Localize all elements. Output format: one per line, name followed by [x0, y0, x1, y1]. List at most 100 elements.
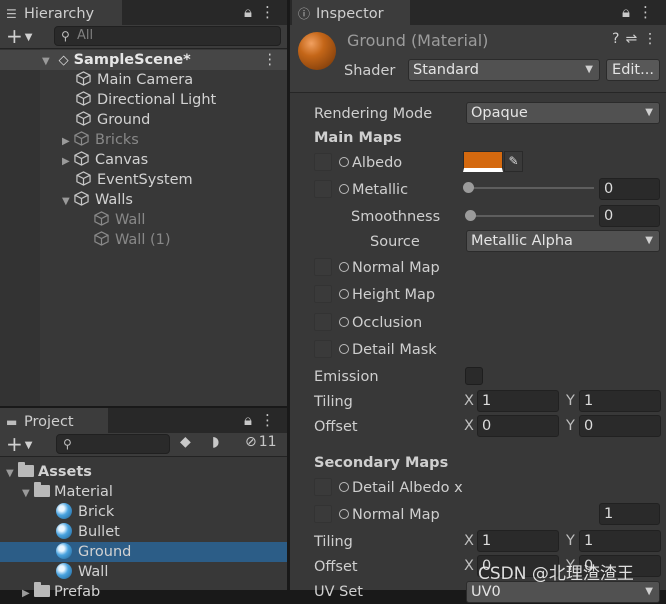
more-menu-icon[interactable]: ⋮: [260, 3, 283, 21]
detail-mask-texture-slot[interactable]: [314, 340, 332, 358]
hierarchy-item-directional-light[interactable]: Directional Light: [76, 90, 216, 110]
emission-checkbox[interactable]: [465, 367, 483, 385]
hierarchy-item-wall[interactable]: Wall: [94, 210, 145, 230]
uv-set-dropdown[interactable]: UV0 ▼: [466, 581, 660, 603]
tiling-x-axis-label: X: [464, 393, 474, 409]
project-folder-material[interactable]: ▼ Material: [22, 482, 113, 502]
item-label: Brick: [78, 504, 115, 520]
detail-albedo-row-label: Detail Albedo x2: [339, 478, 463, 498]
source-dropdown[interactable]: Metallic Alpha ▼: [466, 230, 660, 252]
hierarchy-item-eventsystem[interactable]: EventSystem: [76, 170, 193, 190]
texture-picker-icon[interactable]: [339, 157, 349, 167]
scene-more-icon[interactable]: ⋮: [263, 50, 278, 70]
project-item-bullet[interactable]: Bullet: [56, 522, 120, 542]
expand-arrow-icon[interactable]: ▶: [22, 584, 34, 604]
expand-arrow-icon[interactable]: ▶: [62, 132, 74, 152]
settings-more-icon[interactable]: ⋮: [643, 31, 663, 47]
offset-y-field[interactable]: 0: [579, 415, 661, 437]
preset-icon[interactable]: ⇌: [625, 31, 643, 47]
tab-hierarchy[interactable]: ☰ Hierarchy: [0, 0, 122, 26]
secondary-tiling-x-field[interactable]: 1: [477, 530, 559, 552]
edit-shader-button[interactable]: Edit...: [606, 59, 660, 81]
texture-picker-icon[interactable]: [339, 262, 349, 272]
smoothness-slider-handle[interactable]: [465, 210, 476, 221]
tiling-y-field[interactable]: 1: [579, 390, 661, 412]
header-actions: ?⇌⋮: [612, 31, 663, 47]
secondary-tiling-label: Tiling: [314, 534, 353, 550]
more-menu-icon[interactable]: ⋮: [260, 411, 283, 429]
metallic-slider-track[interactable]: [466, 187, 594, 189]
scene-row[interactable]: ▼ ◇ SampleScene* ⋮: [0, 50, 287, 70]
texture-picker-icon[interactable]: [339, 289, 349, 299]
eyedropper-icon[interactable]: ✎: [504, 151, 523, 172]
texture-picker-icon[interactable]: [339, 317, 349, 327]
hierarchy-item-bricks[interactable]: ▶ Bricks: [62, 130, 139, 150]
assets-label: Assets: [38, 464, 92, 480]
height-map-texture-slot[interactable]: [314, 285, 332, 303]
offset-x-field[interactable]: 0: [477, 415, 559, 437]
tiling-x-field[interactable]: 1: [477, 390, 559, 412]
detail-albedo-texture-slot[interactable]: [314, 478, 332, 496]
hierarchy-item-ground[interactable]: Ground: [76, 110, 150, 130]
project-search-input[interactable]: ⚲: [56, 434, 170, 454]
gameobject-cube-icon: [76, 71, 91, 86]
tab-inspector[interactable]: ⓘ Inspector: [292, 0, 410, 26]
metallic-slider-handle[interactable]: [463, 182, 474, 193]
hierarchy-item-canvas[interactable]: ▶ Canvas: [62, 150, 148, 170]
project-item-wall[interactable]: Wall: [56, 562, 108, 582]
material-sphere-icon: [56, 503, 72, 519]
item-label: Wall: [78, 564, 109, 580]
project-item-brick[interactable]: Brick: [56, 502, 114, 522]
project-item-ground[interactable]: Ground: [0, 542, 287, 562]
hierarchy-item-walls[interactable]: ▼ Walls: [62, 190, 133, 210]
albedo-color-swatch[interactable]: [463, 151, 503, 172]
texture-picker-icon[interactable]: [339, 344, 349, 354]
shader-dropdown[interactable]: Standard ▼: [408, 59, 600, 81]
hierarchy-item-main-camera[interactable]: Main Camera: [76, 70, 193, 90]
normal-map-texture-slot[interactable]: [314, 258, 332, 276]
project-create-icon[interactable]: + ▼: [6, 432, 32, 456]
height-map-row-label: Height Map: [339, 285, 435, 305]
collapse-arrow-icon[interactable]: ▼: [6, 464, 18, 484]
hierarchy-search-input[interactable]: ⚲ All: [54, 26, 281, 46]
texture-picker-icon[interactable]: [339, 482, 349, 492]
help-icon[interactable]: ?: [612, 31, 625, 47]
secondary-normal-map-texture-slot[interactable]: [314, 505, 332, 523]
info-icon: ⓘ: [298, 7, 311, 21]
more-menu-icon[interactable]: ⋮: [638, 3, 661, 21]
edit-label: Edit...: [612, 62, 654, 78]
project-folder-assets[interactable]: ▼ Assets: [6, 462, 92, 482]
texture-picker-icon[interactable]: [339, 509, 349, 519]
lock-icon[interactable]: 🔒︎: [244, 3, 260, 21]
filter-by-type-icon[interactable]: ◆: [180, 434, 191, 450]
material-title: Ground (Material): [347, 31, 489, 50]
collapse-arrow-icon[interactable]: ▼: [22, 484, 34, 504]
expand-arrow-icon[interactable]: ▶: [62, 152, 74, 172]
expand-arrow-icon[interactable]: ▼: [42, 52, 54, 72]
create-add-icon[interactable]: + ▼: [6, 24, 32, 48]
lock-icon[interactable]: 🔒︎: [622, 3, 638, 21]
smoothness-slider-track[interactable]: [466, 215, 594, 217]
lock-icon[interactable]: 🔒︎: [244, 411, 260, 429]
list-icon: ☰: [6, 7, 17, 21]
dropdown-caret-icon: ▼: [645, 586, 653, 597]
smoothness-value-field[interactable]: 0: [599, 205, 660, 227]
secondary-tiling-y-field[interactable]: 1: [579, 530, 661, 552]
filter-by-label-icon[interactable]: ◗: [212, 434, 219, 450]
collapse-arrow-icon[interactable]: ▼: [62, 192, 74, 212]
metallic-value-field[interactable]: 0: [599, 178, 660, 200]
source-label: Source: [370, 234, 420, 250]
project-folder-prefab[interactable]: ▶ Prefab: [22, 582, 100, 602]
hierarchy-search-placeholder: All: [77, 28, 94, 43]
hidden-packages-icon[interactable]: ⊘ 11: [245, 434, 277, 450]
detail-mask-row-label: Detail Mask: [339, 340, 437, 360]
albedo-texture-slot[interactable]: [314, 153, 332, 171]
occlusion-texture-slot[interactable]: [314, 313, 332, 331]
normal-scale-field[interactable]: 1: [599, 503, 660, 525]
hierarchy-item-wall-1[interactable]: Wall (1): [94, 230, 171, 250]
rendering-mode-dropdown[interactable]: Opaque ▼: [466, 102, 660, 124]
metallic-texture-slot[interactable]: [314, 180, 332, 198]
texture-picker-icon[interactable]: [339, 184, 349, 194]
tab-project[interactable]: ▬ Project: [0, 408, 108, 434]
hierarchy-gutter: [0, 49, 40, 406]
